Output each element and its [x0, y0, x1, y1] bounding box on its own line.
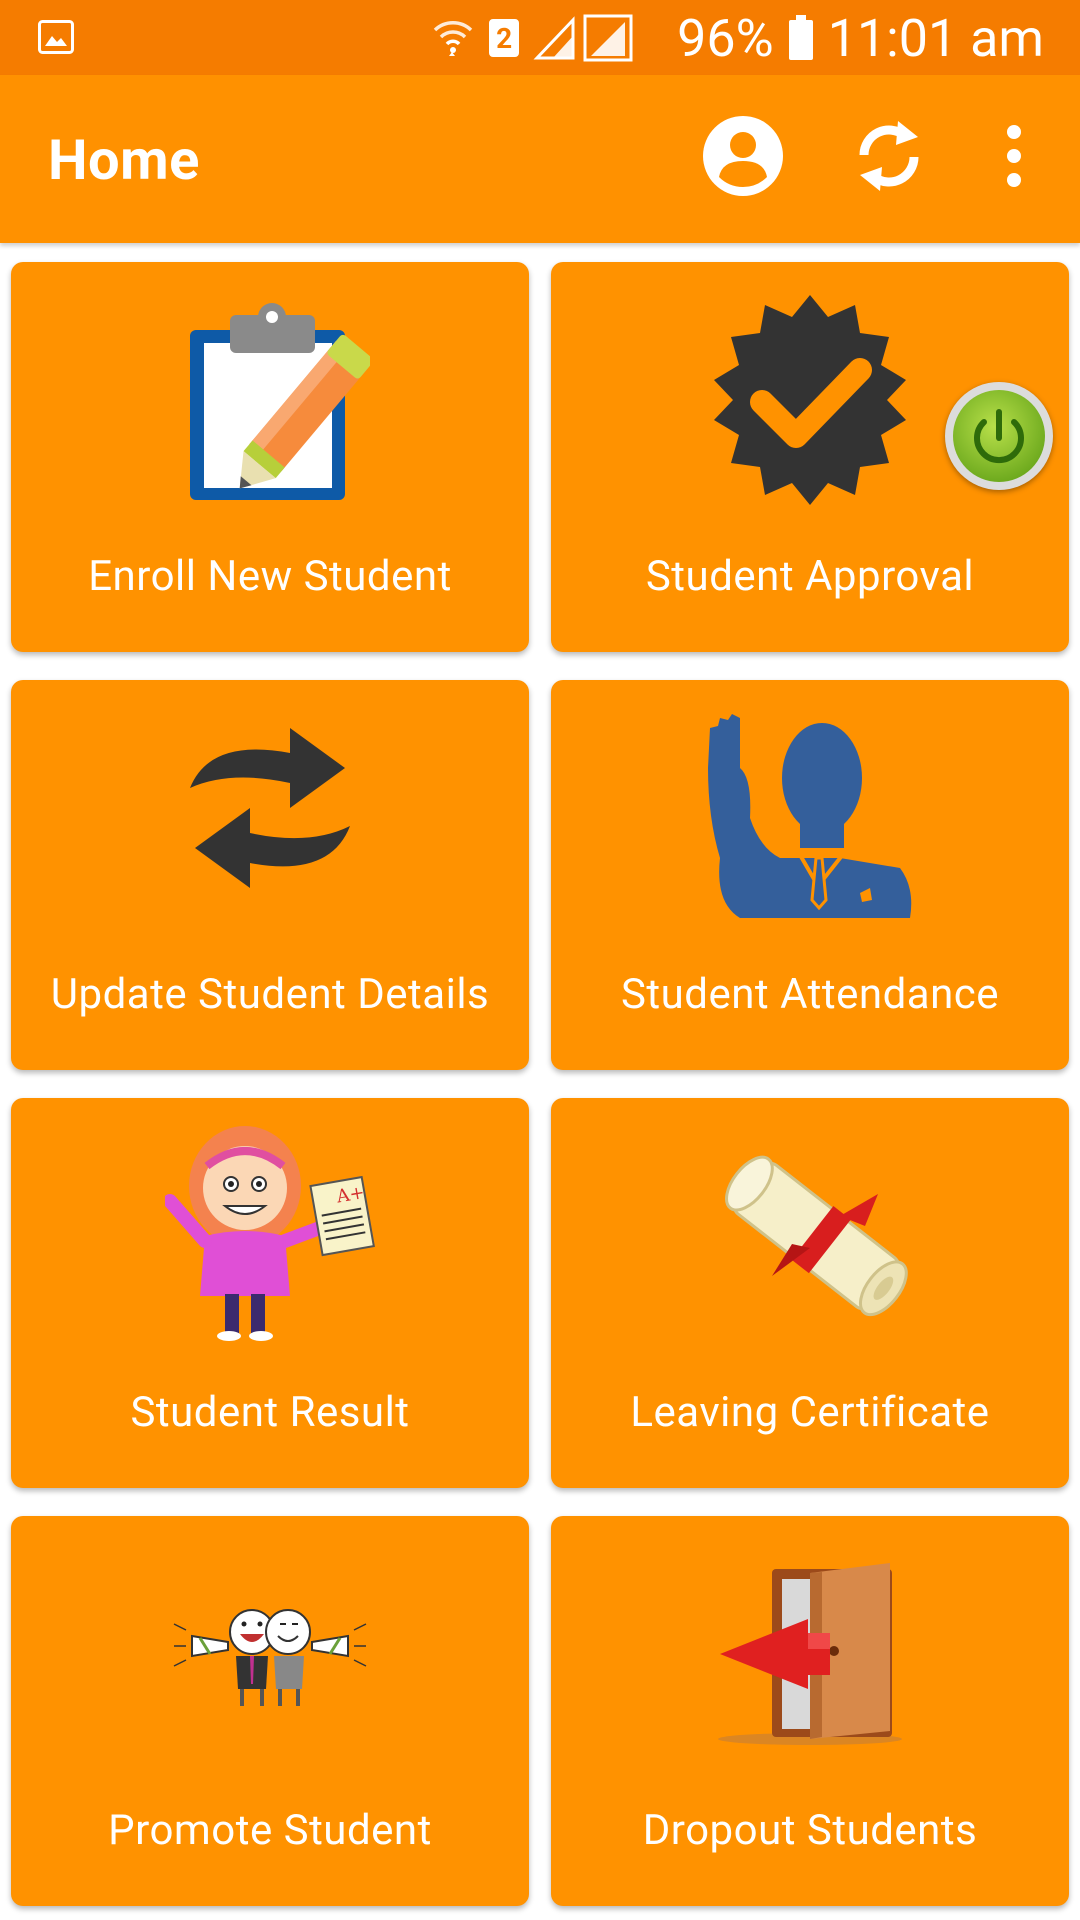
- refresh-arrows-icon: [190, 728, 350, 888]
- tile-label: Update Student Details: [50, 970, 490, 1019]
- tile-student-result[interactable]: A+ Student Result: [11, 1098, 529, 1488]
- student-report-card-icon: A+: [165, 1126, 375, 1341]
- tile-label: Leaving Certificate: [630, 1388, 990, 1437]
- tile-dropout-students[interactable]: Dropout Students: [551, 1516, 1069, 1906]
- status-bar: 2 96% 11:01 am: [0, 0, 1080, 75]
- tile-label: Student Result: [130, 1388, 410, 1437]
- account-icon[interactable]: [702, 115, 784, 197]
- tile-student-attendance[interactable]: Student Attendance: [551, 680, 1069, 1070]
- clipboard-pencil-icon: [190, 303, 370, 500]
- overflow-menu-icon[interactable]: [1000, 115, 1028, 197]
- scroll-certificate-icon: [725, 1155, 908, 1317]
- sim-slot-badge: 2: [489, 19, 520, 57]
- tile-enroll-new-student[interactable]: Enroll New Student: [11, 262, 529, 652]
- raised-hand-person-icon: [708, 714, 912, 918]
- battery-percent: 96%: [677, 7, 774, 69]
- power-button[interactable]: [945, 382, 1053, 490]
- tile-label: Student Approval: [645, 552, 975, 601]
- tile-promote-student[interactable]: Promote Student: [11, 1516, 529, 1906]
- app-bar: Home: [0, 75, 1080, 243]
- tile-update-student-details[interactable]: Update Student Details: [11, 680, 529, 1070]
- signal-icon: [533, 14, 633, 62]
- verified-badge-icon: [714, 295, 906, 505]
- tile-label: Promote Student: [108, 1806, 432, 1855]
- tile-label: Dropout Students: [642, 1806, 978, 1855]
- battery-icon: [788, 15, 813, 60]
- tile-label: Student Attendance: [620, 970, 1000, 1019]
- exit-door-icon: [718, 1563, 902, 1745]
- page-title: Home: [48, 127, 200, 193]
- clock: 11:01 am: [827, 7, 1044, 69]
- cheering-friends-icon: [173, 1609, 367, 1706]
- tile-label: Enroll New Student: [88, 552, 452, 601]
- tile-leaving-certificate[interactable]: Leaving Certificate: [551, 1098, 1069, 1488]
- power-icon: [953, 390, 1045, 482]
- wifi-icon: [433, 21, 473, 56]
- sync-icon[interactable]: [852, 115, 926, 197]
- gallery-icon: [38, 20, 74, 54]
